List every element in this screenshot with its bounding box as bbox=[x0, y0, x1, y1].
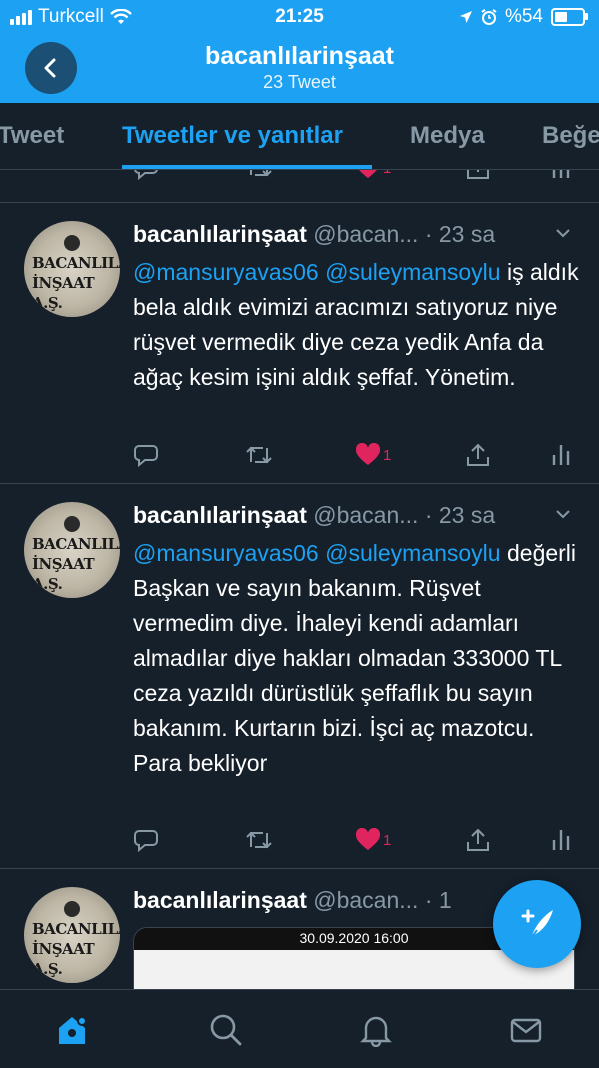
timeline[interactable]: 1 BACANLILAR İNŞAAT A.Ş. bacanlılarinşaa… bbox=[0, 170, 599, 990]
tab-tweets[interactable]: Tweet bbox=[0, 122, 64, 150]
chevron-down-icon[interactable] bbox=[553, 504, 573, 524]
reply-icon bbox=[134, 445, 158, 468]
tweet-actions: 1 bbox=[133, 824, 573, 856]
tweet-header: bacanlılarinşaat @bacan... · 23 sa bbox=[133, 221, 583, 248]
share-button[interactable] bbox=[465, 170, 491, 184]
home-icon bbox=[59, 1016, 87, 1044]
tweet-actions: 1 bbox=[133, 439, 573, 471]
tab-likes[interactable]: Beğe bbox=[542, 122, 599, 150]
bottom-navigation bbox=[0, 989, 599, 1068]
heart-icon bbox=[355, 828, 381, 850]
reply-button[interactable] bbox=[133, 824, 159, 856]
mention-link[interactable]: @suleymansoylu bbox=[325, 540, 500, 566]
profile-header: Turkcell 21:25 %54 bacanlılarinşaat 23 T… bbox=[0, 0, 599, 103]
compose-tweet-button[interactable] bbox=[493, 880, 581, 968]
tweet-time: · 23 sa bbox=[424, 221, 496, 247]
analytics-button[interactable] bbox=[551, 439, 571, 471]
tweet[interactable]: BACANLILAR İNŞAAT A.Ş. bacanlılarinşaat … bbox=[0, 203, 599, 484]
tweet-text: @mansuryavas06 @suleymansoylu iş aldık b… bbox=[133, 255, 583, 395]
avatar[interactable]: BACANLILAR İNŞAAT A.Ş. bbox=[24, 887, 120, 983]
tweet-time: · 23 sa bbox=[424, 502, 496, 528]
retweet-icon bbox=[246, 446, 272, 464]
analytics-icon bbox=[552, 830, 570, 850]
retweet-button[interactable] bbox=[245, 824, 273, 856]
analytics-icon bbox=[552, 170, 570, 178]
avatar-text-line1: BACANLILAR bbox=[32, 920, 120, 938]
battery-icon bbox=[551, 8, 588, 26]
profile-tabs: Tweet Tweetler ve yanıtlar Medya Beğe bbox=[0, 103, 599, 170]
previous-tweet-actions: 1 bbox=[0, 170, 599, 203]
battery-percent: %54 bbox=[504, 6, 543, 27]
heart-icon bbox=[359, 170, 377, 178]
tweet-body: değerli Başkan ve sayın bakanım. Rüşvet … bbox=[133, 540, 577, 776]
retweet-button[interactable] bbox=[245, 439, 273, 471]
reply-button[interactable] bbox=[133, 170, 159, 184]
tweet-time: · 1 bbox=[424, 887, 452, 913]
like-count: 1 bbox=[383, 446, 392, 464]
author-handle[interactable]: @bacan... bbox=[313, 887, 418, 913]
tab-media[interactable]: Medya bbox=[410, 122, 485, 150]
mention-link[interactable]: @suleymansoylu bbox=[325, 259, 500, 285]
logo-badge bbox=[64, 901, 80, 917]
like-count: 1 bbox=[383, 170, 391, 177]
author-name[interactable]: bacanlılarinşaat bbox=[133, 887, 307, 913]
alarm-icon bbox=[481, 9, 497, 25]
like-count: 1 bbox=[383, 831, 392, 849]
analytics-icon bbox=[552, 445, 570, 465]
active-tab-indicator bbox=[122, 165, 372, 169]
reply-icon bbox=[134, 830, 158, 853]
tweet-text: @mansuryavas06 @suleymansoylu değerli Ba… bbox=[133, 536, 583, 781]
avatar[interactable]: BACANLILAR İNŞAAT A.Ş. bbox=[24, 221, 120, 317]
nav-notifications[interactable] bbox=[356, 1010, 396, 1050]
search-icon bbox=[210, 1014, 242, 1046]
mention-link[interactable]: @mansuryavas06 bbox=[133, 259, 319, 285]
chevron-down-icon[interactable] bbox=[553, 223, 573, 243]
tweet[interactable]: BACANLILAR İNŞAAT A.Ş. bacanlılarinşaat … bbox=[0, 484, 599, 869]
author-name[interactable]: bacanlılarinşaat bbox=[133, 502, 307, 528]
mail-icon bbox=[510, 1018, 542, 1043]
nav-search[interactable] bbox=[206, 1010, 246, 1050]
like-button[interactable]: 1 bbox=[355, 439, 391, 471]
author-name[interactable]: bacanlılarinşaat bbox=[133, 221, 307, 247]
share-icon bbox=[467, 170, 489, 179]
author-handle[interactable]: @bacan... bbox=[313, 221, 418, 247]
logo-badge bbox=[64, 235, 80, 251]
tab-tweets-and-replies[interactable]: Tweetler ve yanıtlar bbox=[122, 122, 343, 150]
share-button[interactable] bbox=[465, 439, 491, 471]
like-button[interactable]: 1 bbox=[355, 170, 391, 184]
avatar-text-line2: İNŞAAT A.Ş. bbox=[32, 274, 95, 312]
tweet-header: bacanlılarinşaat @bacan... · 23 sa bbox=[133, 502, 583, 529]
like-button[interactable]: 1 bbox=[355, 824, 391, 856]
nav-home[interactable] bbox=[52, 1010, 92, 1050]
avatar[interactable]: BACANLILAR İNŞAAT A.Ş. bbox=[24, 502, 120, 598]
retweet-icon bbox=[246, 831, 272, 849]
reply-button[interactable] bbox=[133, 439, 159, 471]
analytics-button[interactable] bbox=[551, 824, 571, 856]
compose-tweet-icon bbox=[521, 909, 553, 939]
share-icon bbox=[467, 828, 489, 851]
nav-messages[interactable] bbox=[506, 1010, 546, 1050]
bell-icon bbox=[360, 1016, 392, 1047]
avatar-text-line1: BACANLILAR bbox=[32, 535, 120, 553]
share-icon bbox=[467, 443, 489, 466]
location-icon bbox=[459, 11, 472, 23]
retweet-icon bbox=[250, 170, 272, 177]
tweet-count: 23 Tweet bbox=[263, 72, 336, 92]
avatar-text-line1: BACANLILAR bbox=[32, 254, 120, 272]
status-icons: %54 bbox=[459, 6, 588, 28]
profile-name: bacanlılarinşaat bbox=[205, 42, 394, 70]
reply-icon bbox=[134, 170, 158, 181]
mention-link[interactable]: @mansuryavas06 bbox=[133, 540, 319, 566]
avatar-text-line2: İNŞAAT A.Ş. bbox=[32, 555, 95, 593]
logo-badge bbox=[64, 516, 80, 532]
avatar-text-line2: İNŞAAT A.Ş. bbox=[32, 940, 95, 978]
author-handle[interactable]: @bacan... bbox=[313, 502, 418, 528]
retweet-button[interactable] bbox=[245, 170, 273, 184]
heart-icon bbox=[355, 443, 381, 465]
status-bar: Turkcell 21:25 %54 bbox=[0, 0, 599, 34]
analytics-button[interactable] bbox=[551, 170, 571, 184]
share-button[interactable] bbox=[465, 824, 491, 856]
